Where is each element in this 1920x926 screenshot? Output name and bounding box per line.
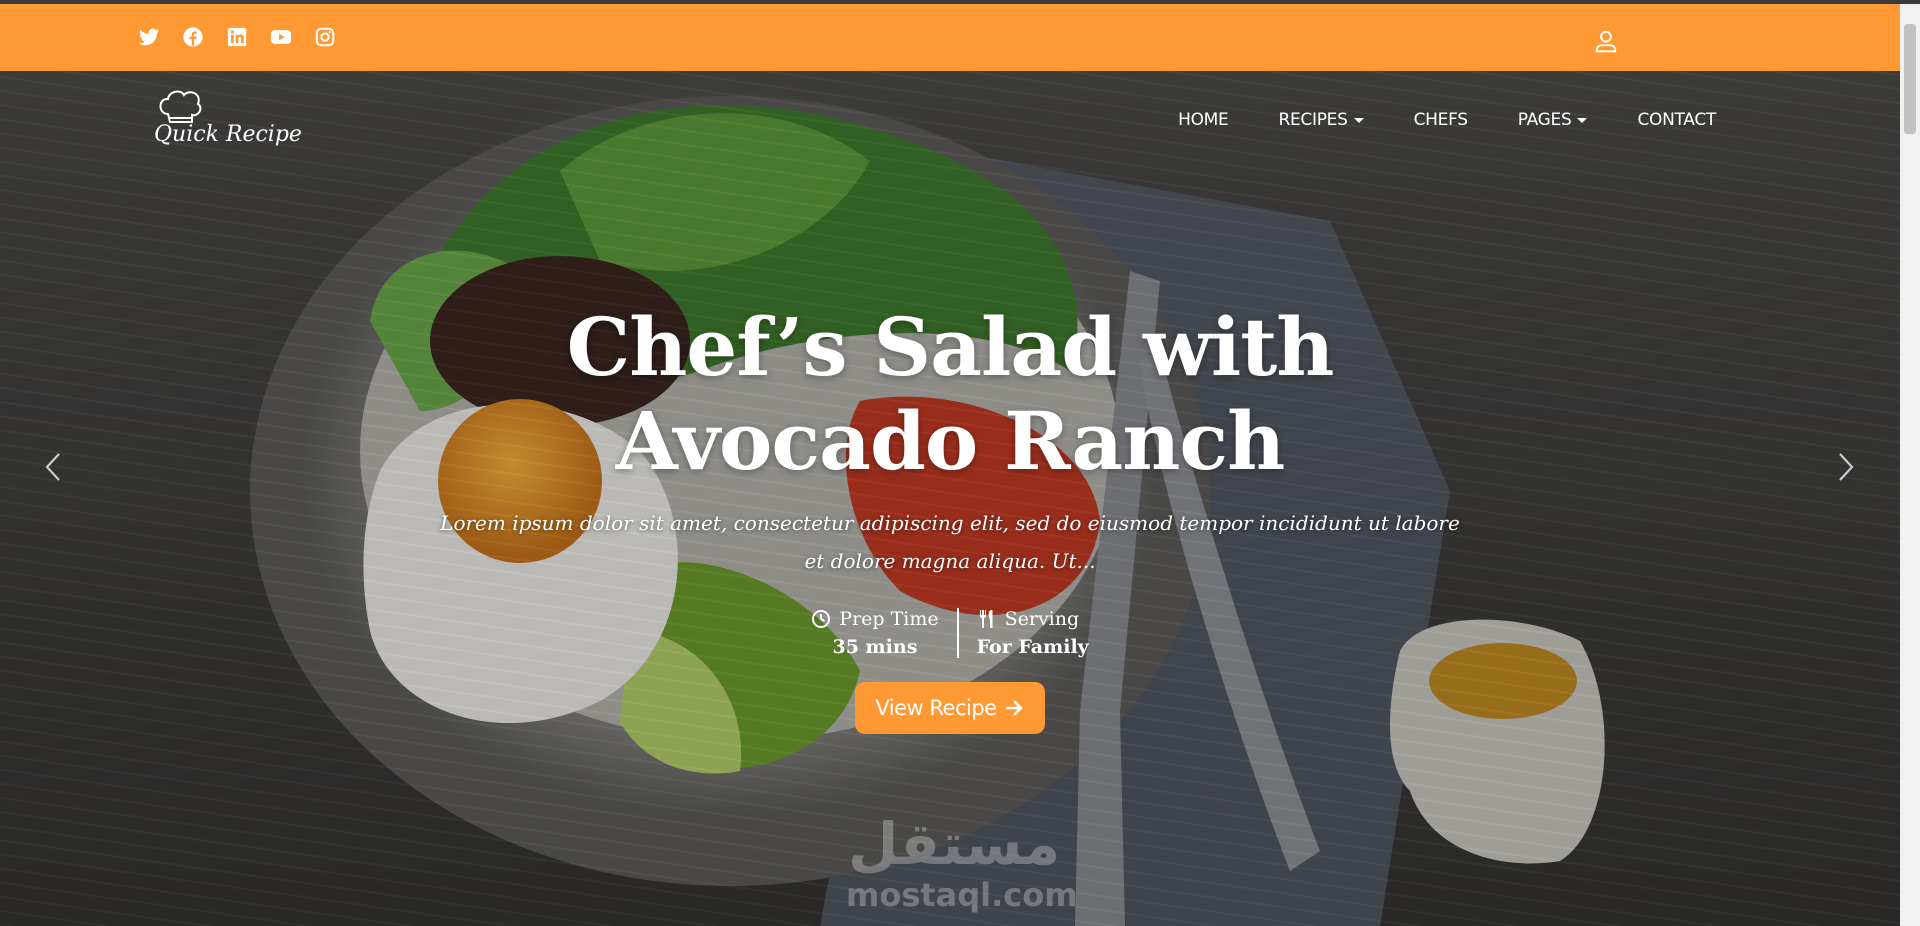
utensils-icon — [979, 610, 993, 628]
nav-pages-label: PAGES — [1517, 110, 1572, 130]
serving: Serving For Family — [959, 608, 1107, 658]
nav-chefs[interactable]: CHEFS — [1414, 110, 1468, 130]
chevron-left-icon[interactable] — [44, 452, 62, 482]
hero-title-line2: Avocado Ranch — [615, 394, 1286, 488]
top-bar — [0, 4, 1900, 71]
hero-description: Lorem ipsum dolor sit amet, consectetur … — [440, 511, 1460, 573]
facebook-icon[interactable] — [182, 26, 204, 48]
hero-title-line1: Chef’s Salad with — [566, 300, 1335, 394]
watermark-latin: mostaql.com — [846, 876, 1078, 914]
main-nav: HOME RECIPES CHEFS PAGES CONTACT — [1178, 110, 1716, 130]
nav-pages[interactable]: PAGES — [1518, 110, 1588, 130]
watermark-arabic: مستقل — [848, 810, 1061, 878]
user-icon[interactable] — [1593, 28, 1619, 54]
nav-chefs-label: CHEFS — [1413, 110, 1468, 130]
prep-time-label-row: Prep Time — [811, 608, 939, 630]
logo-text: Quick Recipe — [154, 122, 302, 147]
serving-value: For Family — [976, 636, 1089, 658]
recipe-meta: Prep Time 35 mins Serving For Family — [420, 608, 1480, 658]
nav-contact[interactable]: CONTACT — [1637, 110, 1716, 130]
serving-label-row: Serving — [977, 608, 1089, 630]
view-recipe-button[interactable]: View Recipe — [855, 682, 1045, 734]
nav-recipes-label: RECIPES — [1278, 110, 1348, 130]
chevron-right-icon[interactable] — [1837, 452, 1855, 482]
nav-home[interactable]: HOME — [1178, 110, 1229, 130]
scrollbar-thumb[interactable] — [1904, 24, 1916, 134]
view-recipe-label: View Recipe — [875, 696, 997, 720]
social-links — [138, 26, 336, 48]
prep-time-value: 35 mins — [832, 636, 918, 658]
prep-time-label: Prep Time — [839, 608, 939, 630]
nav-contact-label: CONTACT — [1637, 110, 1716, 130]
chevron-down-icon — [1353, 117, 1364, 123]
hero-carousel: Quick Recipe HOME RECIPES CHEFS PAGES CO… — [0, 71, 1900, 926]
watermark: مستقل mostaql.com — [838, 810, 1078, 920]
arrow-right-icon — [1005, 700, 1022, 716]
twitter-icon[interactable] — [138, 26, 160, 48]
clock-icon — [812, 610, 831, 628]
linkedin-icon[interactable] — [226, 26, 248, 48]
prep-time: Prep Time 35 mins — [793, 608, 959, 658]
chevron-down-icon — [1577, 117, 1588, 123]
hero-content: Chef’s Salad with Avocado Ranch Lorem ip… — [420, 300, 1480, 734]
nav-home-label: HOME — [1178, 110, 1229, 130]
hero-title: Chef’s Salad with Avocado Ranch — [420, 300, 1480, 488]
site-logo[interactable]: Quick Recipe — [152, 88, 302, 158]
page-scrollbar[interactable] — [1900, 4, 1920, 926]
youtube-icon[interactable] — [270, 26, 292, 48]
nav-recipes[interactable]: RECIPES — [1278, 110, 1364, 130]
serving-label: Serving — [1004, 608, 1080, 630]
instagram-icon[interactable] — [314, 26, 336, 48]
